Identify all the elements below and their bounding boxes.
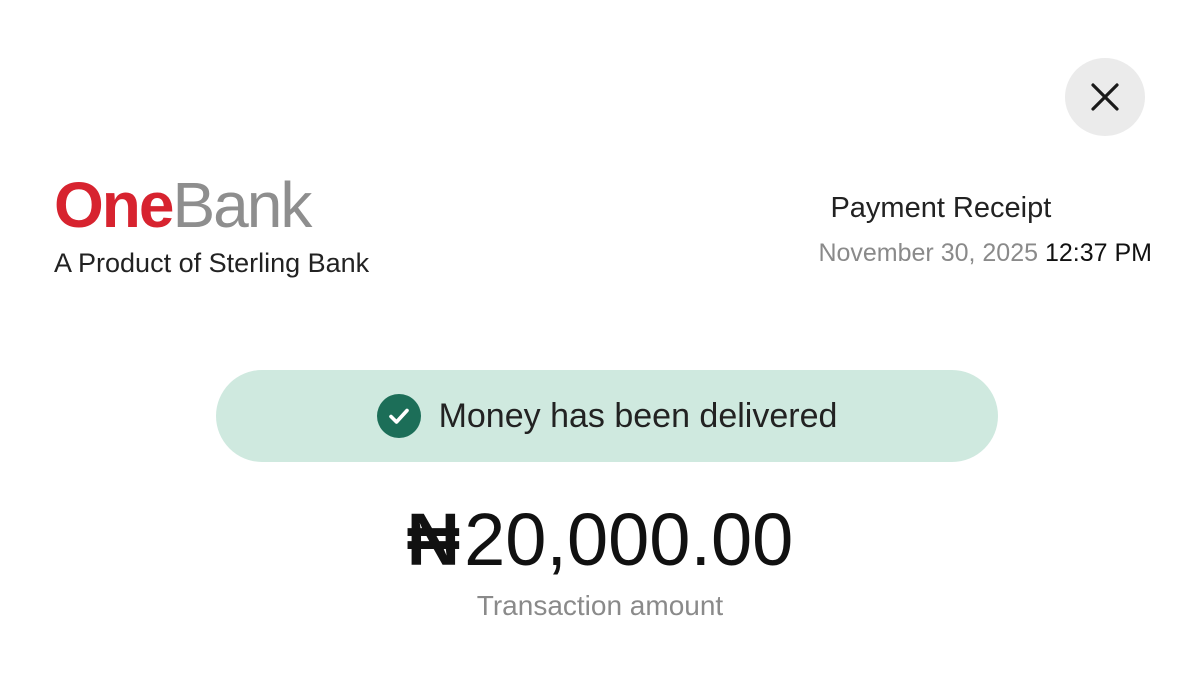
onebank-logo: OneBank	[54, 170, 369, 240]
receipt-screen: OneBank A Product of Sterling Bank Payme…	[0, 0, 1200, 678]
receipt-date: November 30, 2025	[818, 239, 1039, 267]
currency-symbol: ₦	[406, 498, 461, 581]
receipt-datetime: November 30, 2025 12:37 PM	[818, 239, 1152, 268]
status-badge: Money has been delivered	[216, 370, 998, 462]
amount-value: 20,000.00	[464, 498, 794, 581]
close-icon	[1091, 83, 1119, 111]
check-circle-icon	[376, 394, 421, 438]
receipt-title: Payment Receipt	[830, 192, 1052, 224]
brand-tagline: A Product of Sterling Bank	[54, 248, 370, 278]
transaction-amount-block: ₦ 20,000.00 Transaction amount	[0, 500, 1200, 622]
logo-part-one: One	[54, 169, 174, 241]
brand-block: OneBank A Product of Sterling Bank	[54, 170, 369, 279]
close-button[interactable]	[1065, 58, 1145, 136]
status-text: Money has been delivered	[438, 396, 838, 435]
transaction-amount: ₦ 20,000.00	[407, 500, 794, 580]
logo-part-two: Bank	[172, 169, 312, 241]
amount-label: Transaction amount	[476, 590, 724, 621]
receipt-time: 12:37 PM	[1044, 239, 1152, 267]
receipt-header: Payment Receipt November 30, 2025 12:37 …	[818, 192, 1152, 268]
